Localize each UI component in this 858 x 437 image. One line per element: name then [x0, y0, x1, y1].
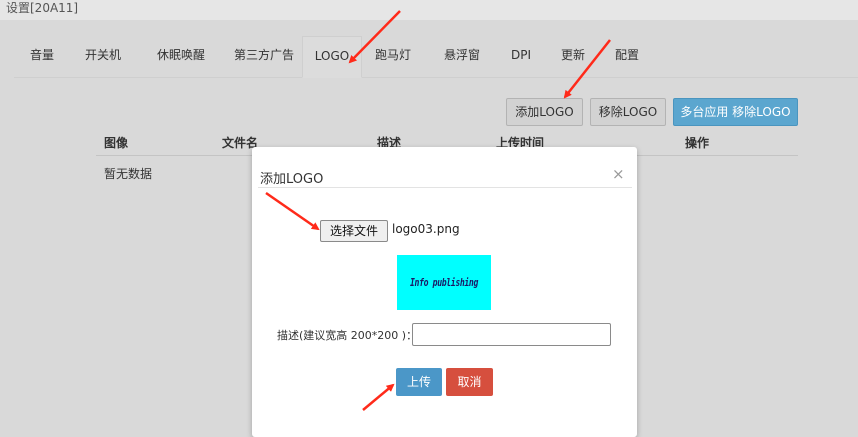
logo-preview-text: Info publishing system [410, 276, 478, 344]
choose-file-button[interactable]: 选择文件 [320, 220, 388, 242]
selected-file-name: logo03.png [392, 222, 460, 236]
multi-device-remove-logo-button[interactable]: 多台应用 移除LOGO [673, 98, 798, 126]
column-header-actions: 操作 [685, 136, 710, 150]
tab-volume[interactable]: 音量 [14, 36, 70, 77]
tab-dpi[interactable]: DPI [500, 36, 542, 77]
settings-tab-bar: 音量 开关机 休眠唤醒 第三方广告 LOGO 跑马灯 悬浮窗 DPI 更新 配置 [14, 36, 858, 78]
tab-marquee[interactable]: 跑马灯 [362, 36, 424, 77]
dialog-title: 添加LOGO [260, 172, 324, 187]
add-logo-button[interactable]: 添加LOGO [506, 98, 583, 126]
add-logo-dialog: 添加LOGO × 选择文件 logo03.png Info publishing… [252, 147, 637, 437]
tab-third-party-ads[interactable]: 第三方广告 [226, 36, 302, 77]
tab-floating-window[interactable]: 悬浮窗 [424, 36, 500, 77]
window-title: 设置[20A11] [0, 0, 858, 20]
cancel-button[interactable]: 取消 [446, 368, 493, 396]
tab-update[interactable]: 更新 [542, 36, 604, 77]
column-header-image: 图像 [104, 136, 129, 150]
logo-preview-image: Info publishing system [397, 255, 491, 344]
description-input[interactable] [412, 323, 611, 346]
tab-sleep-wake[interactable]: 休眠唤醒 [136, 36, 226, 77]
tab-config[interactable]: 配置 [604, 36, 650, 77]
remove-logo-button[interactable]: 移除LOGO [590, 98, 666, 126]
upload-button[interactable]: 上传 [396, 368, 442, 396]
tab-logo[interactable]: LOGO [302, 36, 362, 78]
close-icon[interactable]: × [612, 165, 625, 183]
description-label: 描述(建议宽高 200*200 )： [277, 329, 418, 342]
table-empty-text: 暂无数据 [104, 167, 153, 181]
tab-power-schedule[interactable]: 开关机 [70, 36, 136, 77]
dialog-divider [258, 187, 632, 188]
